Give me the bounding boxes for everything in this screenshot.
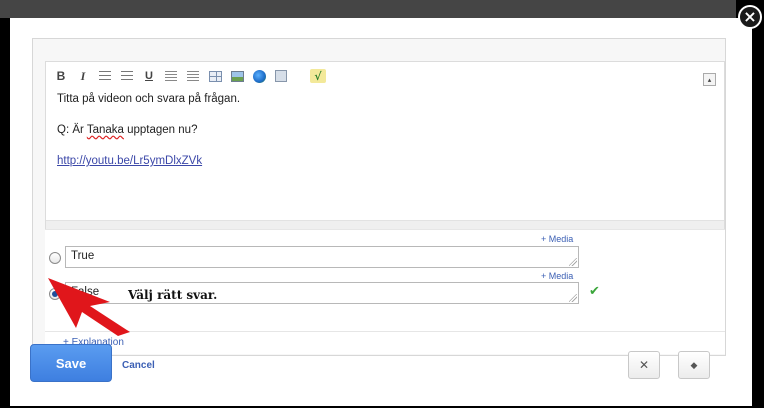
underline-button[interactable]: U: [142, 69, 156, 83]
image-icon: [230, 70, 244, 82]
answer-1-input[interactable]: True: [65, 246, 579, 268]
math-equation-button[interactable]: √: [310, 69, 326, 83]
question-suffix: upptagen nu?: [123, 124, 198, 136]
table-icon: [208, 70, 222, 82]
bullet-list-icon: [121, 70, 133, 82]
answer-1-media-link[interactable]: + Media: [541, 234, 573, 244]
video-link-paragraph: http://youtu.be/Lr5ymDlxZVk: [57, 154, 697, 169]
annotation-text: Välj rätt svar.: [128, 288, 218, 302]
insert-link-button[interactable]: [252, 69, 266, 83]
align-left-icon: [165, 70, 177, 82]
close-modal-button[interactable]: ×: [738, 5, 762, 29]
page-top-bar: [0, 0, 764, 18]
save-button[interactable]: Save: [30, 344, 112, 382]
align-center-button[interactable]: [186, 69, 200, 83]
misspelled-word: Tanaka: [86, 124, 124, 136]
insert-image-button[interactable]: [230, 69, 244, 83]
tools-icon: ✕: [638, 358, 650, 372]
code-icon: [275, 70, 287, 82]
question-prefix: Q: Är: [57, 124, 87, 136]
bold-button[interactable]: B: [54, 69, 68, 83]
question-edit-modal: B I U √ ▴ Titta på videon och svara på f…: [10, 18, 752, 406]
answer-1-radio[interactable]: [49, 252, 61, 264]
globe-link-icon: [252, 69, 266, 83]
explanation-row: [45, 331, 725, 354]
rich-text-editor[interactable]: B I U √ ▴ Titta på videon och svara på f…: [45, 61, 725, 247]
editor-toolbar: B I U √: [46, 62, 724, 90]
align-center-icon: [187, 70, 199, 82]
answer-2-media-link[interactable]: + Media: [541, 271, 573, 281]
tag-icon: ◆: [690, 359, 698, 370]
numbered-list-button[interactable]: [98, 69, 112, 83]
cancel-link[interactable]: Cancel: [122, 360, 155, 371]
answer-1-text: True: [71, 250, 95, 262]
answer-2-resize-icon[interactable]: [569, 294, 577, 302]
settings-button[interactable]: ✕: [628, 351, 660, 379]
annotation-arrow-icon: [48, 278, 130, 336]
numbered-list-icon: [99, 70, 111, 82]
question-text: Q: Är Tanaka upptagen nu?: [57, 123, 697, 138]
close-icon: ×: [743, 7, 757, 26]
collapse-toolbar-button[interactable]: ▴: [703, 73, 716, 86]
instruction-text: Titta på videon och svara på frågan.: [57, 93, 241, 105]
insert-table-button[interactable]: [208, 69, 222, 83]
bullet-list-button[interactable]: [120, 69, 134, 83]
tag-button[interactable]: ◆: [678, 351, 710, 379]
italic-button[interactable]: I: [76, 69, 90, 83]
insert-code-button[interactable]: [274, 69, 288, 83]
correct-check-icon: ✔: [589, 284, 600, 299]
editor-content[interactable]: Titta på videon och svara på frågan. Q: …: [57, 92, 697, 185]
answer-1-resize-icon[interactable]: [569, 258, 577, 266]
align-left-button[interactable]: [164, 69, 178, 83]
video-link[interactable]: http://youtu.be/Lr5ymDlxZVk: [57, 155, 202, 167]
